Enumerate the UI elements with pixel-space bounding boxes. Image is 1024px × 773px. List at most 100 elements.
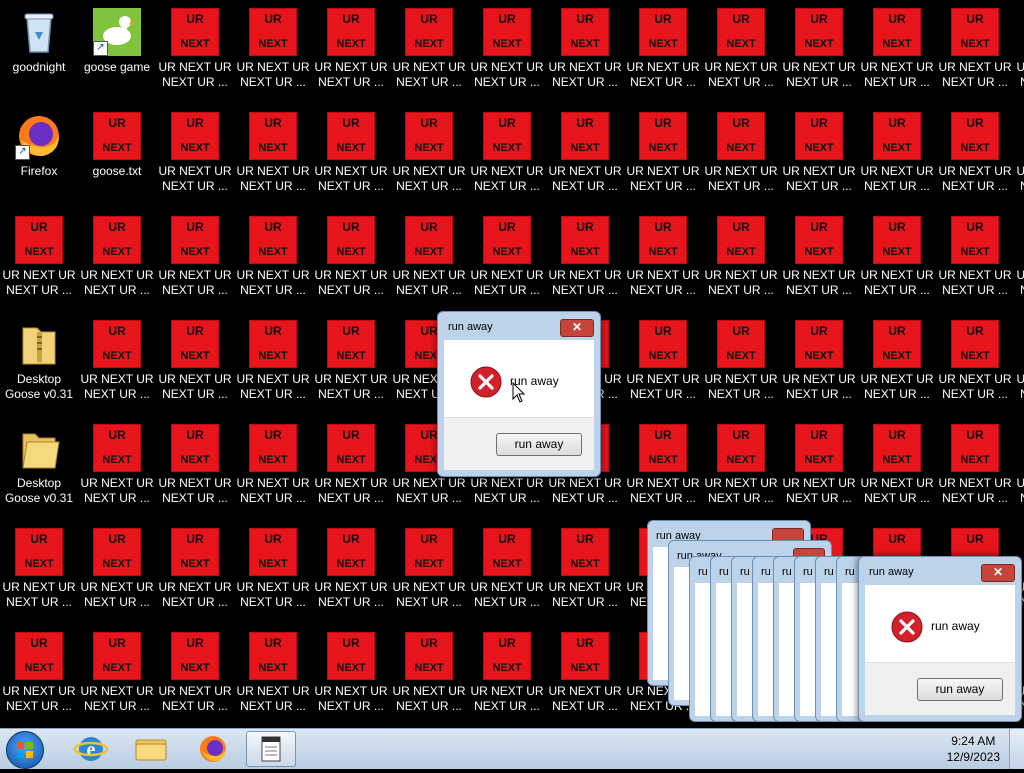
- desktop-icon-ur-next[interactable]: URNEXTUR NEXT UR NEXT UR ...: [156, 522, 234, 622]
- ur-icon-bottom-text: NEXT: [648, 454, 678, 466]
- desktop-icon-ur-next[interactable]: URNEXTUR NEXT UR NEXT UR ...: [936, 418, 1014, 518]
- desktop-icon-ur-next[interactable]: URNEXTUR NEXT UR NEXT UR ...: [858, 2, 936, 102]
- system-clock[interactable]: 9:24 AM 12/9/2023: [947, 733, 1000, 765]
- desktop-icon-ur-next[interactable]: URNEXTUR NEXT UR NEXT UR ...: [312, 2, 390, 102]
- desktop-icon-ur-next[interactable]: URNEXTUR NEXT UR NEXT UR ...: [390, 106, 468, 206]
- desktop-icon-label: UR NEXT UR NEXT UR ...: [236, 268, 310, 297]
- desktop-icon-label: UR NEXT UR NEXT UR ...: [938, 164, 1012, 193]
- taskbar-internet-explorer[interactable]: e: [64, 731, 118, 767]
- desktop-icon-ur-next[interactable]: URNEXTUR NEXT UR NEXT UR ...: [624, 314, 702, 414]
- desktop-icon-ur-next[interactable]: URNEXTUR NEXT UR NEXT UR ...: [1014, 418, 1024, 518]
- desktop-icon-ur-next[interactable]: UR NEXT goose.txt: [78, 106, 156, 206]
- desktop-icon-ur-next[interactable]: URNEXTUR NEXT UR NEXT UR ...: [468, 626, 546, 726]
- desktop-icon-ur-next[interactable]: URNEXTUR NEXT UR NEXT UR ...: [0, 522, 78, 622]
- desktop-icon-ur-next[interactable]: URNEXTUR NEXT UR NEXT UR ...: [0, 210, 78, 310]
- desktop-icon-ur-next[interactable]: URNEXTUR NEXT UR NEXT UR ...: [78, 626, 156, 726]
- desktop-icon-ur-next[interactable]: URNEXTUR NEXT UR NEXT UR ...: [312, 418, 390, 518]
- desktop-icon-ur-next[interactable]: URNEXTUR NEXT UR NEXT UR ...: [390, 522, 468, 622]
- desktop-icon-ur-next[interactable]: URNEXTUR NEXT UR NEXT UR ...: [780, 314, 858, 414]
- desktop-icon-recycle-bin[interactable]: goodnight: [0, 2, 78, 102]
- desktop-icon-ur-next[interactable]: URNEXTUR NEXT UR NEXT UR ...: [234, 418, 312, 518]
- desktop-icon-ur-next[interactable]: URNEXTUR NEXT UR NEXT UR ...: [312, 210, 390, 310]
- desktop-icon-ur-next[interactable]: URNEXTUR NEXT UR NEXT UR ...: [156, 314, 234, 414]
- desktop-icon-ur-next[interactable]: URNEXTUR NEXT UR NEXT UR ...: [936, 210, 1014, 310]
- desktop-icon-goose-game[interactable]: ↗ goose game: [78, 2, 156, 102]
- dialog-title-bar[interactable]: run away ✕: [859, 557, 1021, 585]
- desktop-icon-ur-next[interactable]: URNEXTUR NEXT UR NEXT UR ...: [858, 418, 936, 518]
- desktop-icon-ur-next[interactable]: URNEXTUR NEXT UR NEXT UR ...: [312, 522, 390, 622]
- desktop-icon-ur-next[interactable]: URNEXTUR NEXT UR NEXT UR ...: [702, 2, 780, 102]
- desktop-icon-ur-next[interactable]: URNEXTUR NEXT UR NEXT UR ...: [156, 106, 234, 206]
- desktop-icon-ur-next[interactable]: URNEXTUR NEXT UR NEXT UR ...: [78, 314, 156, 414]
- desktop-icon-ur-next[interactable]: URNEXTUR NEXT UR NEXT UR ...: [780, 210, 858, 310]
- desktop-icon-ur-next[interactable]: URNEXTUR NEXT UR NEXT UR ...: [780, 106, 858, 206]
- taskbar-firefox[interactable]: [186, 731, 240, 767]
- desktop-icon-ur-next[interactable]: URNEXTUR NEXT UR NEXT UR ...: [390, 210, 468, 310]
- desktop-icon-ur-next[interactable]: URNEXTUR NEXT UR NEXT UR ...: [234, 106, 312, 206]
- desktop-icon-label: UR NEXT UR NEXT UR ...: [392, 476, 466, 505]
- desktop-icon-ur-next[interactable]: URNEXTUR NEXT UR NEXT UR ...: [624, 106, 702, 206]
- desktop-icon-ur-next[interactable]: URNEXTUR NEXT UR NEXT UR ...: [858, 106, 936, 206]
- desktop-icon-ur-next[interactable]: URNEXTUR NEXT UR NEXT UR ...: [1014, 106, 1024, 206]
- desktop-icon-ur-next[interactable]: URNEXTUR NEXT UR NEXT UR ...: [546, 106, 624, 206]
- run-away-dialog-front[interactable]: run away ✕ run away run away: [858, 556, 1022, 722]
- start-button[interactable]: [6, 731, 44, 769]
- desktop-icon-ur-next[interactable]: URNEXTUR NEXT UR NEXT UR ...: [156, 210, 234, 310]
- desktop-icon-ur-next[interactable]: URNEXTUR NEXT UR NEXT UR ...: [546, 626, 624, 726]
- desktop-icon-ur-next[interactable]: URNEXTUR NEXT UR NEXT UR ...: [702, 418, 780, 518]
- desktop-icon-ur-next[interactable]: URNEXTUR NEXT UR NEXT UR ...: [234, 210, 312, 310]
- desktop-icon-ur-next[interactable]: URNEXTUR NEXT UR NEXT UR ...: [858, 210, 936, 310]
- desktop-icon-ur-next[interactable]: URNEXTUR NEXT UR NEXT UR ...: [624, 210, 702, 310]
- desktop-icon-ur-next[interactable]: URNEXTUR NEXT UR NEXT UR ...: [702, 210, 780, 310]
- desktop-icon-ur-next[interactable]: URNEXTUR NEXT UR NEXT UR ...: [312, 626, 390, 726]
- dialog-title-bar[interactable]: run away ✕: [438, 312, 600, 340]
- desktop-icon-ur-next[interactable]: URNEXTUR NEXT UR NEXT UR ...: [546, 210, 624, 310]
- dialog-close-button[interactable]: ✕: [560, 319, 594, 337]
- desktop-icon-ur-next[interactable]: URNEXTUR NEXT UR NEXT UR ...: [78, 522, 156, 622]
- desktop-icon-ur-next[interactable]: URNEXTUR NEXT UR NEXT UR ...: [468, 2, 546, 102]
- desktop-icon-ur-next[interactable]: URNEXTUR NEXT UR NEXT UR ...: [936, 2, 1014, 102]
- run-away-button[interactable]: run away: [917, 678, 1003, 701]
- desktop-icon-ur-next[interactable]: URNEXTUR NEXT UR NEXT UR ...: [624, 418, 702, 518]
- desktop-icon-ur-next[interactable]: URNEXTUR NEXT UR NEXT UR ...: [312, 314, 390, 414]
- desktop-icon-ur-next[interactable]: URNEXTUR NEXT UR NEXT UR ...: [156, 626, 234, 726]
- desktop-icon-ur-next[interactable]: URNEXTUR NEXT UR NEXT UR ...: [702, 314, 780, 414]
- desktop-icon-ur-next[interactable]: URNEXTUR NEXT UR NEXT UR ...: [624, 2, 702, 102]
- desktop-icon-ur-next[interactable]: URNEXTUR NEXT UR NEXT UR ...: [468, 210, 546, 310]
- desktop-icon-goose-folder[interactable]: Desktop Goose v0.31: [0, 418, 78, 518]
- desktop-icon-goose-zip[interactable]: Desktop Goose v0.31: [0, 314, 78, 414]
- desktop-icon-ur-next[interactable]: URNEXTUR NEXT UR NEXT UR ...: [234, 314, 312, 414]
- show-desktop-button[interactable]: [1009, 729, 1024, 769]
- desktop-icon-ur-next[interactable]: URNEXTUR NEXT UR NEXT UR ...: [858, 314, 936, 414]
- desktop-icon-label: UR NEXT UR NEXT UR ...: [860, 268, 934, 297]
- run-away-button[interactable]: run away: [496, 433, 582, 456]
- desktop-icon-ur-next[interactable]: URNEXTUR NEXT UR NEXT UR ...: [390, 626, 468, 726]
- desktop-icon-ur-next[interactable]: URNEXTUR NEXT UR NEXT UR ...: [156, 418, 234, 518]
- desktop-icon-ur-next[interactable]: URNEXTUR NEXT UR NEXT UR ...: [1014, 2, 1024, 102]
- desktop-icon-ur-next[interactable]: URNEXTUR NEXT UR NEXT UR ...: [312, 106, 390, 206]
- desktop-icon-ur-next[interactable]: URNEXTUR NEXT UR NEXT UR ...: [390, 2, 468, 102]
- desktop-icon-ur-next[interactable]: URNEXTUR NEXT UR NEXT UR ...: [234, 626, 312, 726]
- desktop-icon-ur-next[interactable]: URNEXTUR NEXT UR NEXT UR ...: [234, 522, 312, 622]
- desktop-icon-ur-next[interactable]: URNEXTUR NEXT UR NEXT UR ...: [546, 2, 624, 102]
- desktop-icon-ur-next[interactable]: URNEXTUR NEXT UR NEXT UR ...: [1014, 210, 1024, 310]
- taskbar-notepad-active[interactable]: [246, 731, 296, 767]
- desktop-icon-ur-next[interactable]: URNEXTUR NEXT UR NEXT UR ...: [234, 2, 312, 102]
- dialog-close-button[interactable]: ✕: [981, 564, 1015, 582]
- desktop-icon-ur-next[interactable]: URNEXTUR NEXT UR NEXT UR ...: [780, 2, 858, 102]
- desktop-icon-ur-next[interactable]: URNEXTUR NEXT UR NEXT UR ...: [780, 418, 858, 518]
- desktop-icon-ur-next[interactable]: URNEXTUR NEXT UR NEXT UR ...: [78, 418, 156, 518]
- taskbar-file-explorer[interactable]: [124, 731, 178, 767]
- desktop-icon-ur-next[interactable]: URNEXTUR NEXT UR NEXT UR ...: [468, 522, 546, 622]
- desktop-icon-ur-next[interactable]: URNEXTUR NEXT UR NEXT UR ...: [468, 106, 546, 206]
- desktop-icon-ur-next[interactable]: URNEXTUR NEXT UR NEXT UR ...: [0, 626, 78, 726]
- desktop-icon-ur-next[interactable]: URNEXTUR NEXT UR NEXT UR ...: [546, 522, 624, 622]
- desktop-icon-ur-next[interactable]: URNEXTUR NEXT UR NEXT UR ...: [1014, 314, 1024, 414]
- desktop-icon-ur-next[interactable]: URNEXTUR NEXT UR NEXT UR ...: [702, 106, 780, 206]
- desktop-icon-ur-next[interactable]: URNEXTUR NEXT UR NEXT UR ...: [78, 210, 156, 310]
- desktop-icon-ur-next[interactable]: URNEXTUR NEXT UR NEXT UR ...: [156, 2, 234, 102]
- desktop-icon-ur-next[interactable]: URNEXTUR NEXT UR NEXT UR ...: [936, 314, 1014, 414]
- ur-icon-bottom-text: NEXT: [960, 142, 990, 154]
- desktop-icon-ur-next[interactable]: URNEXTUR NEXT UR NEXT UR ...: [936, 106, 1014, 206]
- desktop-icon-firefox[interactable]: ↗ Firefox: [0, 106, 78, 206]
